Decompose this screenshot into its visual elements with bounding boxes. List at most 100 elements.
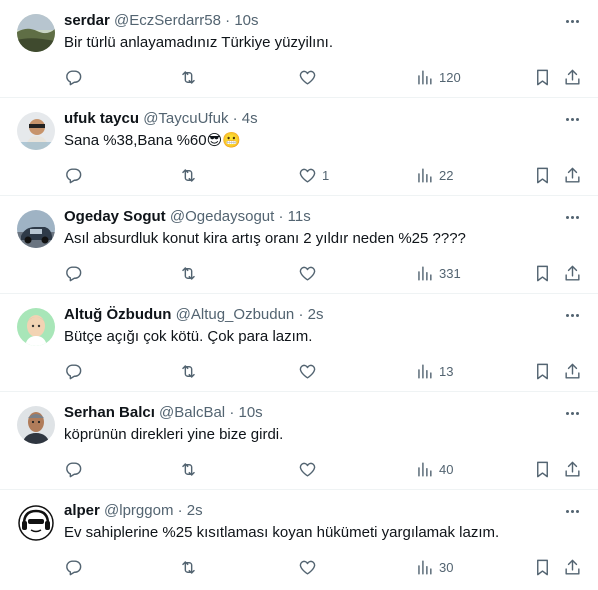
views-button[interactable]: 13 — [415, 360, 453, 382]
views-button[interactable]: 120 — [415, 66, 461, 88]
avatar[interactable] — [17, 406, 55, 444]
more-options-icon[interactable] — [562, 210, 582, 224]
bookmark-icon — [533, 166, 552, 185]
retweet-icon — [179, 264, 198, 283]
view-count: 40 — [439, 461, 454, 477]
bookmark-button[interactable] — [533, 262, 552, 284]
tweet[interactable]: ufuk taycu @TaycuUfuk · 4s Sana %38,Bana… — [0, 98, 598, 196]
retweet-button[interactable] — [179, 458, 198, 480]
retweet-icon — [179, 362, 198, 381]
avatar[interactable] — [17, 14, 55, 52]
bookmark-button[interactable] — [533, 164, 552, 186]
share-button[interactable] — [563, 164, 582, 186]
avatar[interactable] — [17, 308, 55, 346]
reply-button[interactable] — [64, 458, 83, 480]
author-handle[interactable]: @Altug_Ozbudun — [176, 306, 295, 323]
tweet[interactable]: Ogeday Sogut @Ogedaysogut · 11s Asıl abs… — [0, 196, 598, 294]
separator-dot: · — [278, 208, 284, 225]
author-handle[interactable]: @lprggom — [104, 502, 173, 519]
avatar[interactable] — [17, 504, 55, 542]
like-button[interactable] — [298, 262, 322, 284]
tweet[interactable]: Serhan Balcı @BalcBal · 10s köprünün dir… — [0, 392, 598, 490]
author-name[interactable]: alper — [64, 502, 100, 519]
views-button[interactable]: 40 — [415, 458, 453, 480]
reply-button[interactable] — [64, 262, 83, 284]
bookmark-icon — [533, 264, 552, 283]
timestamp[interactable]: 10s — [234, 12, 258, 29]
timestamp[interactable]: 4s — [242, 110, 258, 127]
reply-icon — [64, 264, 83, 283]
timestamp[interactable]: 10s — [238, 404, 262, 421]
author-handle[interactable]: @EczSerdarr58 — [114, 12, 221, 29]
bookmark-button[interactable] — [533, 556, 552, 578]
bookmark-button[interactable] — [533, 360, 552, 382]
like-count: 1 — [322, 167, 330, 183]
tweet[interactable]: alper @lprggom · 2s Ev sahiplerine %25 k… — [0, 490, 598, 588]
bookmark-button[interactable] — [533, 458, 552, 480]
share-icon — [563, 362, 582, 381]
more-options-icon[interactable] — [562, 14, 582, 28]
retweet-button[interactable] — [179, 556, 198, 578]
timestamp[interactable]: 2s — [187, 502, 203, 519]
like-button[interactable] — [298, 458, 322, 480]
more-options-icon[interactable] — [562, 112, 582, 126]
author-handle[interactable]: @TaycuUfuk — [143, 110, 228, 127]
more-options-icon[interactable] — [562, 406, 582, 420]
retweet-button[interactable] — [179, 262, 198, 284]
like-button[interactable] — [298, 66, 322, 88]
like-button[interactable] — [298, 360, 322, 382]
tweet[interactable]: Altuğ Özbudun @Altug_Ozbudun · 2s Bütçe … — [0, 294, 598, 392]
reply-button[interactable] — [64, 66, 83, 88]
views-button[interactable]: 331 — [415, 262, 461, 284]
avatar[interactable] — [17, 210, 55, 248]
tweet-text: Asıl absurdluk konut kira artış oranı 2 … — [64, 230, 466, 247]
share-icon — [563, 558, 582, 577]
timestamp[interactable]: 11s — [288, 208, 311, 225]
like-button[interactable] — [298, 556, 322, 578]
author-name[interactable]: Serhan Balcı — [64, 404, 155, 421]
heart-icon — [298, 68, 317, 87]
bookmark-icon — [533, 362, 552, 381]
like-button[interactable]: 1 — [298, 164, 329, 186]
reply-button[interactable] — [64, 360, 83, 382]
heart-icon — [298, 166, 317, 185]
more-options-icon[interactable] — [562, 308, 582, 322]
timestamp[interactable]: 2s — [308, 306, 324, 323]
reply-icon — [64, 166, 83, 185]
tweet-text: Sana %38,Bana %60😎😬 — [64, 132, 241, 149]
avatar[interactable] — [17, 112, 55, 150]
more-options-icon[interactable] — [562, 504, 582, 518]
author-name[interactable]: Altuğ Özbudun — [64, 306, 171, 323]
bar-chart-icon — [415, 166, 434, 185]
retweet-button[interactable] — [179, 66, 198, 88]
bookmark-icon — [533, 558, 552, 577]
bookmark-button[interactable] — [533, 66, 552, 88]
share-button[interactable] — [563, 556, 582, 578]
author-handle[interactable]: @Ogedaysogut — [170, 208, 274, 225]
views-button[interactable]: 22 — [415, 164, 453, 186]
share-button[interactable] — [563, 262, 582, 284]
author-name[interactable]: Ogeday Sogut — [64, 208, 166, 225]
author-handle[interactable]: @BalcBal — [159, 404, 225, 421]
author-name[interactable]: serdar — [64, 12, 110, 29]
retweet-button[interactable] — [179, 360, 198, 382]
share-button[interactable] — [563, 66, 582, 88]
views-button[interactable]: 30 — [415, 556, 453, 578]
share-button[interactable] — [563, 360, 582, 382]
retweet-button[interactable] — [179, 164, 198, 186]
share-button[interactable] — [563, 458, 582, 480]
retweet-icon — [179, 68, 198, 87]
reply-button[interactable] — [64, 556, 83, 578]
heart-icon — [298, 264, 317, 283]
reply-button[interactable] — [64, 164, 83, 186]
share-icon — [563, 264, 582, 283]
share-icon — [563, 166, 582, 185]
author-name[interactable]: ufuk taycu — [64, 110, 139, 127]
tweet-feed: serdar @EczSerdarr58 · 10s Bir türlü anl… — [0, 0, 598, 588]
tweet[interactable]: serdar @EczSerdarr58 · 10s Bir türlü anl… — [0, 0, 598, 98]
heart-icon — [298, 362, 317, 381]
heart-icon — [298, 558, 317, 577]
separator-dot: · — [225, 12, 231, 29]
tweet-text: Bütçe açığı çok kötü. Çok para lazım. — [64, 328, 313, 345]
tweet-text: köprünün direkleri yine bize girdi. — [64, 426, 284, 443]
